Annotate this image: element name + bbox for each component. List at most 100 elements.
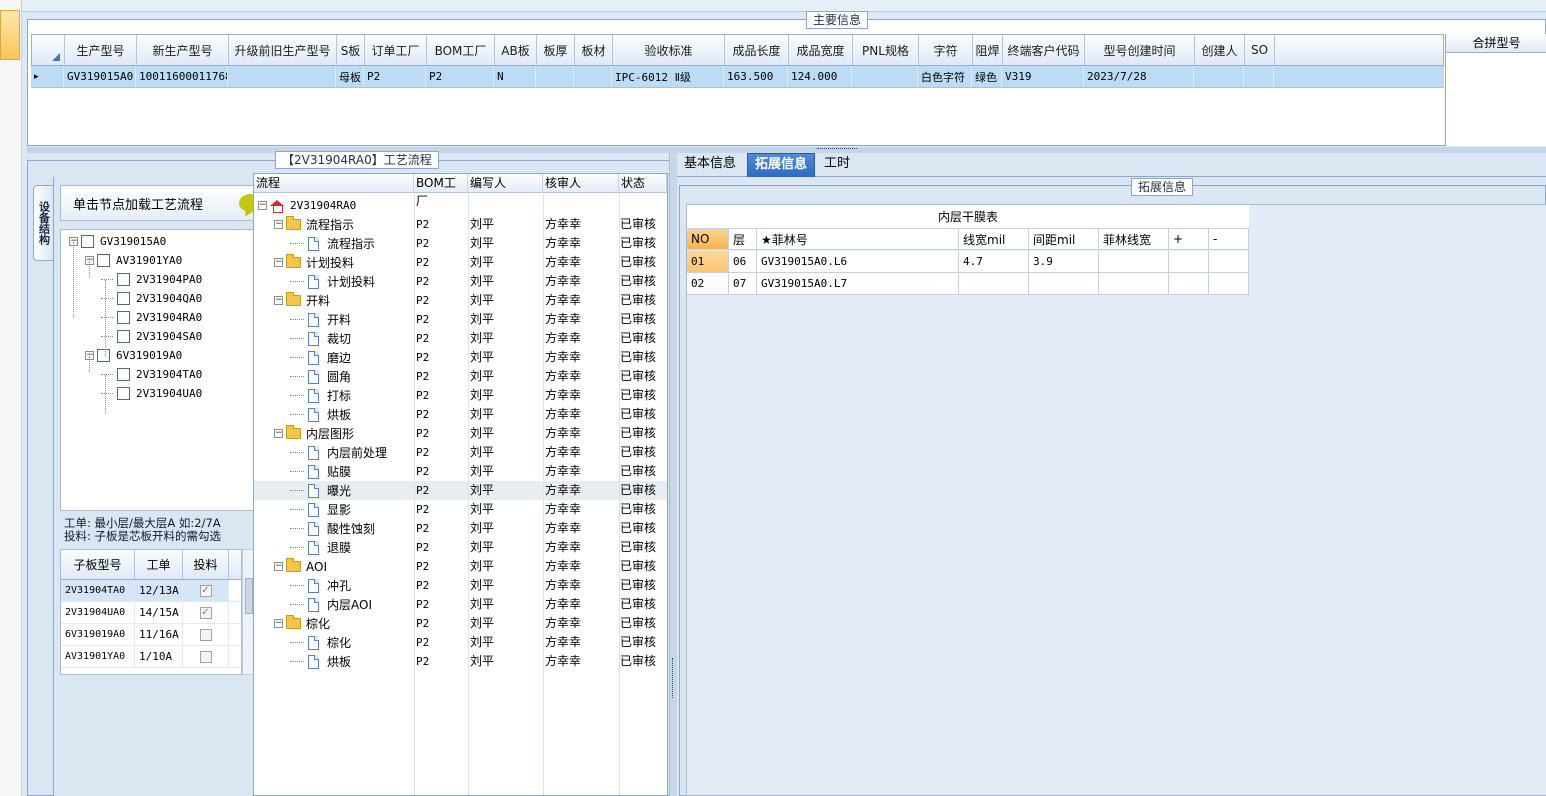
process-writer-cell[interactable]: 刘平 (470, 291, 494, 310)
process-status-cell[interactable]: 已审核 (620, 481, 656, 500)
process-row[interactable]: 冲孔 P2 刘平 方幸幸 已审核 (254, 576, 667, 595)
process-step[interactable]: 内层AOI (290, 595, 372, 614)
grid-cell[interactable]: 白色字符 (918, 66, 972, 87)
sub-feed-cell[interactable] (183, 624, 229, 645)
node-checkbox[interactable] (117, 273, 130, 286)
process-reviewer-cell[interactable]: 方幸幸 (545, 614, 581, 633)
process-column-header[interactable]: 核审人 (543, 174, 619, 193)
process-step[interactable]: 冲孔 (290, 576, 351, 595)
merge-model-header[interactable]: 合拼型号 (1446, 34, 1546, 53)
column-header[interactable]: S板 (337, 35, 365, 65)
expander-icon[interactable]: − (274, 296, 283, 305)
process-reviewer-cell[interactable]: 方幸幸 (545, 405, 581, 424)
process-status-cell[interactable]: 已审核 (620, 633, 656, 652)
process-row[interactable]: 曝光 P2 刘平 方幸幸 已审核 (254, 481, 667, 500)
process-step-label[interactable]: 烘板 (327, 406, 351, 423)
process-row[interactable]: 内层前处理 P2 刘平 方幸幸 已审核 (254, 443, 667, 462)
process-bom-cell[interactable]: P2 (416, 234, 429, 253)
film-cell[interactable]: 06 (729, 251, 757, 273)
process-bom-cell[interactable]: P2 (416, 538, 429, 557)
process-step[interactable]: − 流程指示 (274, 215, 354, 234)
node-checkbox[interactable] (117, 368, 130, 381)
sub-order-cell[interactable]: 14/15A (135, 602, 183, 623)
process-row[interactable]: 裁切 P2 刘平 方幸幸 已审核 (254, 329, 667, 348)
process-bom-cell[interactable]: P2 (416, 557, 429, 576)
process-reviewer-cell[interactable]: 方幸幸 (545, 348, 581, 367)
process-step[interactable]: 裁切 (290, 329, 351, 348)
film-cell[interactable]: GV319015A0.L6 (757, 251, 959, 273)
process-status-cell[interactable]: 已审核 (620, 234, 656, 253)
process-bom-cell[interactable]: P2 (416, 595, 429, 614)
column-header[interactable]: PNL规格 (853, 35, 919, 65)
sub-model-cell[interactable]: AV31901YA0 (61, 646, 135, 667)
tree-node-label[interactable]: 2V31904RA0 (136, 311, 202, 324)
film-cell[interactable] (1169, 273, 1209, 295)
process-reviewer-cell[interactable]: 方幸幸 (545, 576, 581, 595)
process-status-cell[interactable]: 已审核 (620, 272, 656, 291)
process-status-cell[interactable]: 已审核 (620, 386, 656, 405)
process-reviewer-cell[interactable]: 方幸幸 (545, 386, 581, 405)
process-writer-cell[interactable]: 刘平 (470, 329, 494, 348)
process-writer-cell[interactable]: 刘平 (470, 652, 494, 671)
film-column-header[interactable]: 菲林线宽 (1099, 229, 1169, 250)
grid-cell[interactable]: 124.000 (788, 66, 852, 87)
process-writer-cell[interactable]: 刘平 (470, 215, 494, 234)
process-step[interactable]: 棕化 (290, 633, 351, 652)
process-step-label[interactable]: 冲孔 (327, 577, 351, 594)
process-reviewer-cell[interactable]: 方幸幸 (545, 253, 581, 272)
process-writer-cell[interactable]: 刘平 (470, 405, 494, 424)
column-header[interactable]: 型号创建时间 (1085, 35, 1195, 65)
tree-node-label[interactable]: 2V31904SA0 (136, 330, 202, 343)
process-step-label[interactable]: 退膜 (327, 539, 351, 556)
sub-order-cell[interactable]: 12/13A (135, 580, 183, 601)
process-step-label[interactable]: 酸性蚀刻 (327, 520, 375, 537)
process-writer-cell[interactable]: 刘平 (470, 253, 494, 272)
process-status-cell[interactable]: 已审核 (620, 329, 656, 348)
process-step[interactable]: 计划投料 (290, 272, 375, 291)
process-row[interactable]: 棕化 P2 刘平 方幸幸 已审核 (254, 633, 667, 652)
tree-node-label[interactable]: GV319015A0 (100, 235, 166, 248)
tree-node-label[interactable]: 2V31904TA0 (136, 368, 202, 381)
expander-icon[interactable]: − (274, 220, 283, 229)
sub-model-cell[interactable]: 2V31904UA0 (61, 602, 135, 623)
process-status-cell[interactable]: 已审核 (620, 348, 656, 367)
process-column-header[interactable]: 流程 (254, 174, 414, 193)
process-bom-cell[interactable]: P2 (416, 367, 429, 386)
process-bom-cell[interactable]: P2 (416, 253, 429, 272)
expander-icon[interactable]: − (274, 562, 283, 571)
film-cell[interactable] (1209, 251, 1249, 273)
process-reviewer-cell[interactable]: 方幸幸 (545, 272, 581, 291)
sub-grid-row[interactable]: 2V31904UA0 14/15A ✓ (61, 602, 241, 624)
node-checkbox[interactable] (97, 349, 110, 362)
process-step-label[interactable]: 显影 (327, 501, 351, 518)
sub-column-header[interactable]: 子板型号 (61, 550, 135, 579)
process-status-cell[interactable]: 已审核 (620, 595, 656, 614)
process-step[interactable]: 磨边 (290, 348, 351, 367)
column-header[interactable]: 成品宽度 (789, 35, 853, 65)
process-step[interactable]: − 开料 (274, 291, 330, 310)
process-row[interactable]: − 计划投料 P2 刘平 方幸幸 已审核 (254, 253, 667, 272)
process-row[interactable]: 流程指示 P2 刘平 方幸幸 已审核 (254, 234, 667, 253)
vertical-splitter[interactable] (669, 153, 677, 796)
process-step[interactable]: 贴膜 (290, 462, 351, 481)
expander-icon[interactable]: − (274, 619, 283, 628)
process-row[interactable]: − AOI P2 刘平 方幸幸 已审核 (254, 557, 667, 576)
tab-basic-info[interactable]: 基本信息 (677, 153, 743, 177)
process-status-cell[interactable]: 已审核 (620, 500, 656, 519)
process-bom-cell[interactable]: P2 (416, 576, 429, 595)
process-bom-cell[interactable]: P2 (416, 329, 429, 348)
process-step[interactable]: 开料 (290, 310, 351, 329)
tree-node-label[interactable]: 2V31904PA0 (136, 273, 202, 286)
grid-cell[interactable] (852, 66, 918, 87)
sub-model-cell[interactable]: 2V31904TA0 (61, 580, 135, 601)
sub-order-cell[interactable]: 1/10A (135, 646, 183, 667)
film-cell[interactable]: 3.9 (1029, 251, 1099, 273)
process-step-label[interactable]: 磨边 (327, 349, 351, 366)
process-step-label[interactable]: 计划投料 (306, 254, 354, 271)
node-checkbox[interactable] (117, 330, 130, 343)
process-reviewer-cell[interactable]: 方幸幸 (545, 367, 581, 386)
tree-node-label[interactable]: 6V319019A0 (116, 349, 182, 362)
process-reviewer-cell[interactable]: 方幸幸 (545, 652, 581, 671)
sub-grid-row[interactable]: AV31901YA0 1/10A (61, 646, 241, 668)
grid-cell[interactable]: 2023/7/28 (1084, 66, 1194, 87)
